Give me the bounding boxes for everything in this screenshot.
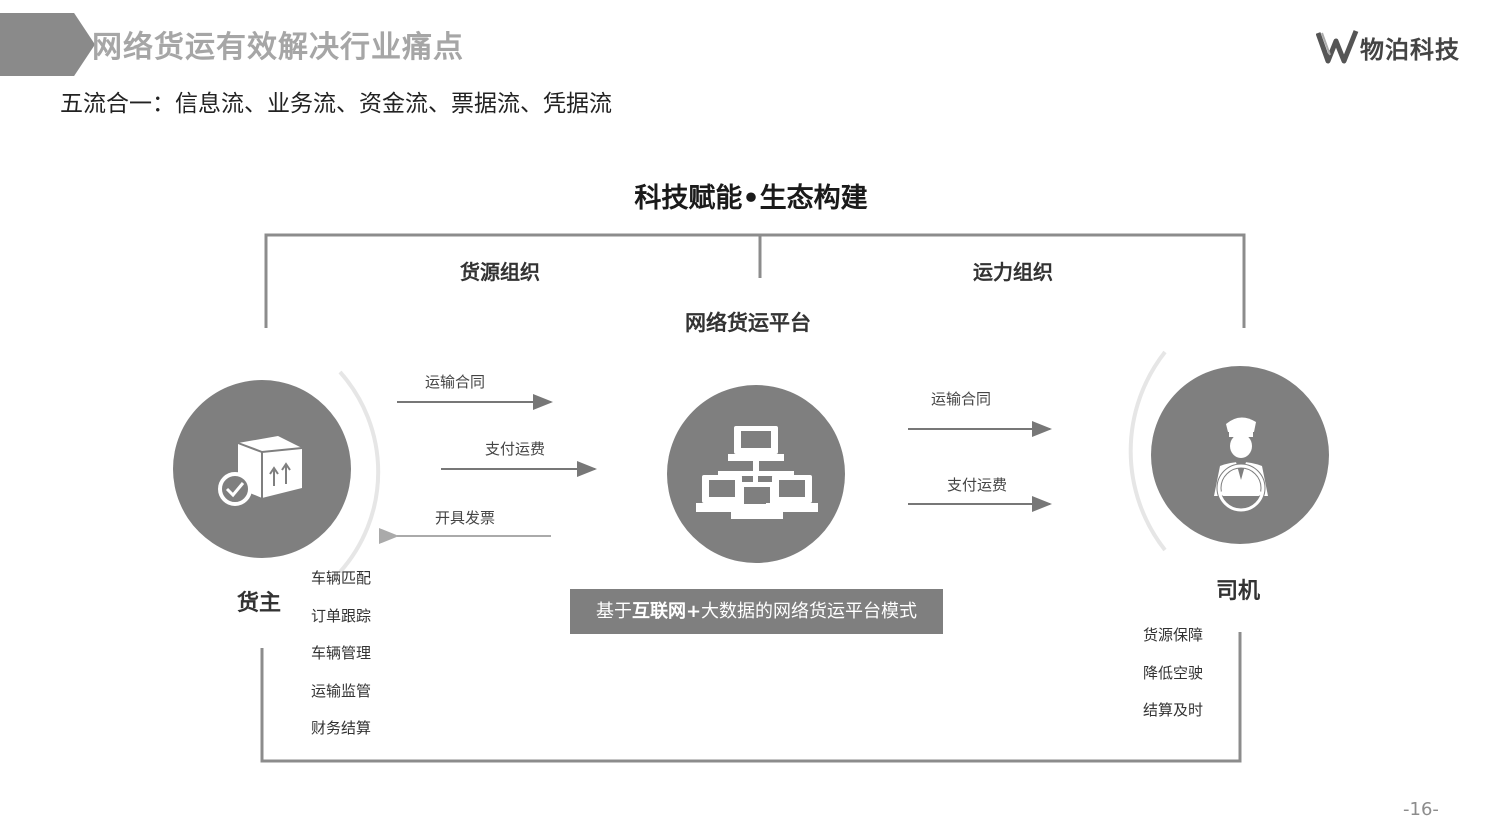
shipper-function-list: 车辆匹配 订单跟踪 车辆管理 运输监管 财务结算 <box>311 560 371 748</box>
list-item: 结算及时 <box>1143 701 1204 719</box>
list-item: 财务结算 <box>311 719 372 737</box>
platform-model-banner: 基于互联网+大数据的网络货运平台模式 <box>570 589 943 634</box>
list-item: 订单跟踪 <box>311 606 372 625</box>
diagram-canvas <box>173 233 1329 763</box>
list-item: 货源保障 <box>1143 626 1204 644</box>
driver-benefit-list: 货源保障 降低空驶 结算及时 <box>1143 617 1203 730</box>
list-item: 车辆管理 <box>311 644 372 662</box>
list-item: 降低空驶 <box>1143 663 1204 682</box>
banner-suffix: 大数据的网络货运平台模式 <box>701 601 918 622</box>
left-flow-label-invoice: 开具发票 <box>435 509 496 527</box>
left-section-label: 货源组织 <box>460 260 540 284</box>
bottom-bracket <box>260 632 1242 763</box>
list-item: 运输监管 <box>311 681 372 700</box>
right-flow-label-contract: 运输合同 <box>931 390 992 408</box>
shipper-label: 货主 <box>237 591 282 616</box>
platform-label: 网络货运平台 <box>685 311 811 335</box>
right-section-label: 运力组织 <box>973 260 1053 284</box>
driver-label: 司机 <box>1216 579 1261 604</box>
right-flow-label-payment: 支付运费 <box>947 476 1008 494</box>
left-flow-label-contract: 运输合同 <box>425 373 486 391</box>
banner-prefix: 基于 <box>595 601 632 622</box>
left-flow-label-payment: 支付运费 <box>485 440 546 458</box>
banner-bold: 互联网+ <box>631 601 702 622</box>
page-number: -16- <box>1403 799 1439 820</box>
list-item: 车辆匹配 <box>311 569 372 587</box>
